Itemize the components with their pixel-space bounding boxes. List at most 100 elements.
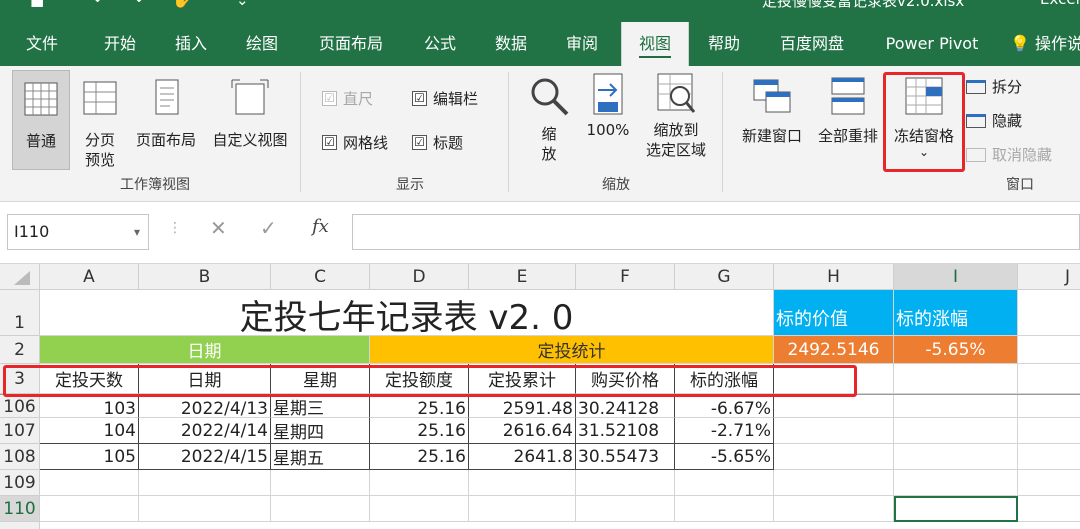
row-header-107[interactable]: 107	[0, 418, 40, 444]
cell-i1[interactable]: 标的涨幅	[894, 290, 1018, 336]
table-cell[interactable]	[774, 470, 894, 496]
tab-page-layout[interactable]: 页面布局	[308, 22, 394, 66]
cell-h2[interactable]: 2492.5146	[774, 336, 894, 364]
row-header-2[interactable]: 2	[0, 336, 40, 364]
table-cell[interactable]	[894, 418, 1018, 444]
active-cell-i110[interactable]	[894, 496, 1018, 522]
table-cell[interactable]	[469, 496, 576, 522]
headings-checkbox[interactable]: ☑ 标题	[412, 132, 463, 153]
table-cell[interactable]: 104	[40, 418, 139, 444]
zoom-to-selection-button[interactable]: 缩放到 选定区域	[638, 70, 714, 160]
sheet-title-cell[interactable]: 定投七年记录表 v2. 0	[40, 290, 774, 336]
normal-view-button[interactable]: 普通	[12, 70, 70, 170]
table-cell[interactable]: 25.16	[370, 394, 469, 418]
tab-insert[interactable]: 插入	[157, 22, 225, 66]
table-cell[interactable]	[675, 470, 774, 496]
table-cell[interactable]: 星期五	[271, 444, 370, 470]
table-cell[interactable]	[894, 470, 1018, 496]
table-cell[interactable]: 30.55473	[576, 444, 675, 470]
table-cell[interactable]	[271, 470, 370, 496]
insert-function-icon[interactable]: fx	[312, 216, 329, 237]
hide-window-button[interactable]: 隐藏	[966, 110, 1022, 131]
custom-views-button[interactable]: 自定义视图	[206, 70, 294, 150]
column-header-c[interactable]: C	[271, 264, 370, 290]
table-cell[interactable]: 25.16	[370, 418, 469, 444]
table-cell[interactable]	[370, 496, 469, 522]
tab-view[interactable]: 视图	[621, 22, 689, 66]
row-header-109[interactable]: 109	[0, 470, 40, 496]
cell-i3[interactable]	[894, 364, 1018, 394]
table-cell[interactable]: 2022/4/13	[139, 394, 271, 418]
undo-icon[interactable]: ↶	[94, 0, 107, 9]
table-cell[interactable]	[370, 470, 469, 496]
table-cell[interactable]	[576, 496, 675, 522]
drag-handle-icon[interactable]: ⋮	[168, 220, 182, 236]
page-break-preview-button[interactable]: 分页 预览	[76, 70, 124, 170]
row-header-106[interactable]: 106	[0, 394, 40, 418]
table-cell[interactable]	[1018, 444, 1080, 470]
tell-me-search[interactable]: 💡 操作说明搜索	[1010, 22, 1080, 66]
row-header-next[interactable]	[0, 522, 40, 529]
tab-file[interactable]: 文件	[8, 22, 76, 66]
column-header-h[interactable]: H	[774, 264, 894, 290]
table-cell[interactable]	[1018, 394, 1080, 418]
touch-mode-icon[interactable]: ✋	[172, 0, 191, 9]
qa-dropdown-icon[interactable]: ⌄	[236, 0, 249, 9]
date-section-header[interactable]: 日期	[40, 336, 370, 364]
table-cell[interactable]: 105	[40, 444, 139, 470]
column-header-b[interactable]: B	[139, 264, 271, 290]
table-cell[interactable]: -2.71%	[675, 418, 774, 444]
table-cell[interactable]	[40, 470, 139, 496]
save-icon[interactable]: ■	[30, 0, 44, 9]
table-cell[interactable]	[139, 470, 271, 496]
table-cell[interactable]: 星期三	[271, 394, 370, 418]
table-cell[interactable]	[894, 394, 1018, 418]
formula-bar-checkbox[interactable]: ☑ 编辑栏	[412, 88, 478, 109]
name-box[interactable]: I110 ▾	[7, 214, 149, 250]
tab-data[interactable]: 数据	[477, 22, 545, 66]
column-header-j[interactable]: J	[1018, 264, 1080, 290]
table-cell[interactable]	[1018, 418, 1080, 444]
table-cell[interactable]: 2616.64	[469, 418, 576, 444]
table-cell[interactable]: 2591.48	[469, 394, 576, 418]
table-cell[interactable]	[1018, 470, 1080, 496]
table-cell[interactable]	[774, 394, 894, 418]
table-cell[interactable]: -6.67%	[675, 394, 774, 418]
column-header-d[interactable]: D	[370, 264, 469, 290]
arrange-all-button[interactable]: 全部重排	[812, 70, 884, 146]
table-cell[interactable]	[774, 418, 894, 444]
table-cell[interactable]	[675, 496, 774, 522]
cell-j2[interactable]	[1018, 336, 1080, 364]
zoom-button[interactable]: 缩 放	[524, 70, 574, 164]
split-button[interactable]: 拆分	[966, 76, 1022, 97]
column-header-g[interactable]: G	[675, 264, 774, 290]
stats-section-header[interactable]: 定投统计	[370, 336, 774, 364]
table-cell[interactable]: 25.16	[370, 444, 469, 470]
ruler-checkbox[interactable]: ☑ 直尺	[322, 88, 373, 109]
cell-i2[interactable]: -5.65%	[894, 336, 1018, 364]
cell-j3[interactable]	[1018, 364, 1080, 394]
select-all-corner[interactable]	[0, 264, 40, 290]
tab-help[interactable]: 帮助	[690, 22, 758, 66]
column-header-f[interactable]: F	[576, 264, 675, 290]
table-cell[interactable]: 103	[40, 394, 139, 418]
table-cell[interactable]	[469, 470, 576, 496]
page-layout-view-button[interactable]: 页面布局	[130, 70, 202, 150]
table-cell[interactable]	[139, 496, 271, 522]
table-cell[interactable]: 2022/4/15	[139, 444, 271, 470]
redo-icon[interactable]: ↷	[130, 0, 143, 9]
column-header-a[interactable]: A	[40, 264, 139, 290]
table-cell[interactable]: 2022/4/14	[139, 418, 271, 444]
table-cell[interactable]: 30.24128	[576, 394, 675, 418]
table-cell[interactable]: 31.52108	[576, 418, 675, 444]
row-header-110[interactable]: 110	[0, 496, 40, 522]
table-cell[interactable]: 星期四	[271, 418, 370, 444]
gridlines-checkbox[interactable]: ☑ 网格线	[322, 132, 388, 153]
cell-j1[interactable]	[1018, 290, 1080, 336]
cell-h1[interactable]: 标的价值	[774, 290, 894, 336]
table-cell[interactable]	[774, 444, 894, 470]
cancel-icon[interactable]: ✕	[210, 216, 227, 240]
formula-input[interactable]	[352, 214, 1080, 250]
table-cell[interactable]	[774, 496, 894, 522]
tab-draw[interactable]: 绘图	[228, 22, 296, 66]
